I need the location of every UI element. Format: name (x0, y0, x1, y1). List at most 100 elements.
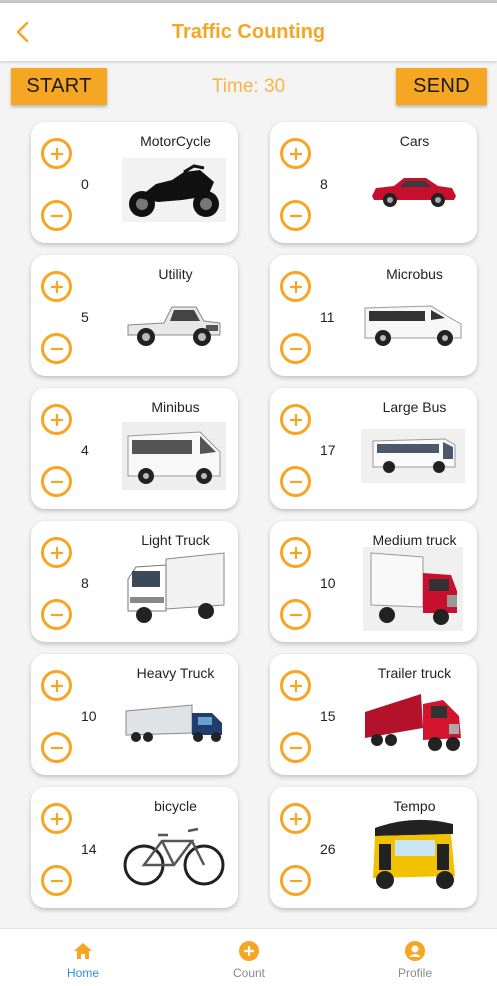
minus-icon (289, 214, 302, 217)
count-value: 11 (320, 309, 335, 325)
increment-button[interactable] (280, 670, 311, 701)
minibus-image (121, 422, 227, 490)
minus-icon (50, 613, 63, 616)
increment-button[interactable] (41, 670, 72, 701)
count-value: 8 (81, 575, 89, 591)
vehicle-card-bicycle: 14 bicycle (31, 787, 238, 908)
page-title: Traffic Counting (171, 21, 326, 43)
plus-icon (289, 679, 302, 692)
vehicle-card-minibus: 4 Minibus (31, 388, 238, 509)
motorcycle-image (121, 156, 227, 224)
nav-home[interactable]: Home (23, 939, 143, 980)
count-value: 15 (320, 708, 336, 724)
count-value: 10 (320, 575, 336, 591)
increment-button[interactable] (280, 271, 311, 302)
light-truck-image (121, 552, 227, 623)
plus-icon (50, 147, 63, 160)
count-value: 4 (81, 442, 89, 458)
nav-home-label: Home (66, 966, 99, 980)
app-header: Traffic Counting (0, 3, 497, 61)
increment-button[interactable] (41, 138, 72, 169)
tempo-rickshaw-image (360, 819, 466, 889)
heavy-truck-image (121, 688, 227, 756)
plus-icon (50, 280, 63, 293)
decrement-button[interactable] (280, 865, 311, 896)
vehicle-label: Heavy Truck (136, 665, 215, 681)
nav-count-label: Count (232, 966, 266, 980)
vehicle-card-utility: 5 Utility (31, 255, 238, 376)
increment-button[interactable] (41, 404, 72, 435)
vehicle-card-microbus: 11 Microbus (270, 255, 477, 376)
count-value: 17 (320, 442, 336, 458)
send-button[interactable]: SEND (396, 68, 487, 105)
decrement-button[interactable] (41, 466, 72, 497)
count-value: 8 (320, 176, 328, 192)
user-circle-icon (405, 941, 425, 961)
increment-button[interactable] (41, 803, 72, 834)
vehicle-card-trailer-truck: 15 Trailer truck (270, 654, 477, 775)
car-image (360, 156, 466, 224)
bicycle-image (121, 821, 227, 889)
large-bus-image (360, 422, 466, 490)
bottom-navigation: Home Count Profile (0, 928, 497, 986)
plus-icon (289, 147, 302, 160)
increment-button[interactable] (280, 404, 311, 435)
plus-icon (289, 812, 302, 825)
decrement-button[interactable] (41, 599, 72, 630)
increment-button[interactable] (280, 138, 311, 169)
vehicle-card-medium-truck: 10 Medium truck (270, 521, 477, 642)
increment-button[interactable] (41, 271, 72, 302)
vehicle-label: Medium truck (372, 532, 457, 548)
vehicle-label: Microbus (386, 266, 443, 282)
plus-icon (289, 280, 302, 293)
decrement-button[interactable] (41, 732, 72, 763)
decrement-button[interactable] (41, 200, 72, 231)
vehicle-card-motorcycle: 0 MotorCycle (31, 122, 238, 243)
microbus-van-image (360, 289, 466, 357)
decrement-button[interactable] (280, 466, 311, 497)
nav-count[interactable]: Count (189, 939, 309, 980)
decrement-button[interactable] (280, 333, 311, 364)
minus-icon (50, 879, 63, 882)
vehicle-label: bicycle (154, 798, 197, 814)
vehicle-label: Large Bus (382, 399, 447, 415)
plus-icon (289, 413, 302, 426)
vehicle-card-large-bus: 17 Large Bus (270, 388, 477, 509)
count-value: 5 (81, 309, 89, 325)
plus-icon (50, 413, 63, 426)
count-value: 10 (81, 708, 97, 724)
minus-icon (289, 480, 302, 483)
vehicle-label: Light Truck (141, 532, 210, 548)
medium-truck-image (360, 547, 466, 631)
minus-icon (289, 879, 302, 882)
increment-button[interactable] (280, 803, 311, 834)
decrement-button[interactable] (41, 865, 72, 896)
pickup-truck-image (121, 289, 227, 357)
decrement-button[interactable] (41, 333, 72, 364)
decrement-button[interactable] (280, 200, 311, 231)
vehicle-label: Trailer truck (377, 665, 452, 681)
decrement-button[interactable] (280, 732, 311, 763)
count-value: 14 (81, 841, 97, 857)
minus-icon (50, 347, 63, 350)
increment-button[interactable] (280, 537, 311, 568)
count-value: 0 (81, 176, 89, 192)
vehicle-label: Utility (158, 266, 193, 282)
plus-icon (50, 679, 63, 692)
minus-icon (289, 347, 302, 350)
minus-icon (50, 214, 63, 217)
vehicle-card-cars: 8 Cars (270, 122, 477, 243)
vehicle-label: Tempo (393, 798, 436, 814)
decrement-button[interactable] (280, 599, 311, 630)
minus-icon (50, 480, 63, 483)
trailer-truck-image (360, 688, 466, 756)
nav-profile[interactable]: Profile (355, 939, 475, 980)
vehicle-card-light-truck: 8 Light Truck (31, 521, 238, 642)
plus-icon (50, 812, 63, 825)
minus-icon (50, 746, 63, 749)
increment-button[interactable] (41, 537, 72, 568)
home-icon (74, 943, 92, 959)
nav-profile-label: Profile (397, 966, 432, 980)
vehicle-label: Minibus (151, 399, 200, 415)
minus-icon (289, 613, 302, 616)
